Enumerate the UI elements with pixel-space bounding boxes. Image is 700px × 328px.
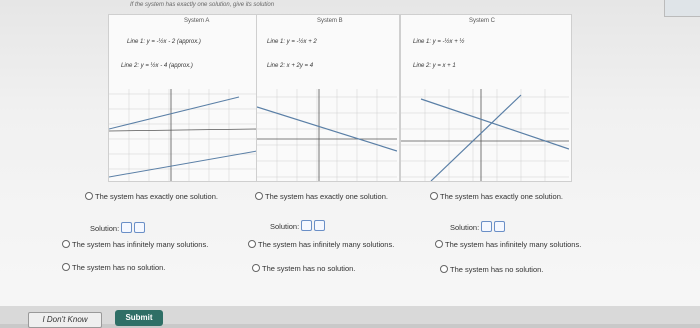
system-c-option-one[interactable]: The system has exactly one solution. [430,192,580,201]
solution-input-icon[interactable] [301,220,313,231]
radio-icon[interactable] [248,240,256,248]
system-c-solution: Solution: [450,221,506,232]
bottom-bar [0,306,700,324]
radio-icon[interactable] [255,192,263,200]
solution-input-icon[interactable] [121,222,133,233]
system-b-line1: Line 1: y = -½x + 2 [267,39,317,45]
question-page: If the system has exactly one solution, … [0,0,700,324]
system-b-option-one[interactable]: The system has exactly one solution. [255,192,395,201]
system-a-line2: Line 2: y = ½x - 4 (approx.) [121,63,193,69]
system-c-option-none[interactable]: The system has no solution. [440,265,600,274]
radio-icon[interactable] [62,263,70,271]
radio-icon[interactable] [430,192,438,200]
system-a-line1: Line 1: y = -½x - 2 (approx.) [127,39,201,45]
system-a-solution: Solution: [90,222,146,233]
radio-icon[interactable] [435,240,443,248]
solution-input-icon[interactable] [314,220,326,231]
system-c-line2: Line 2: y = x + 1 [413,63,456,69]
radio-icon[interactable] [85,192,93,200]
system-c-panel: System C Line 1: y = -½x + ½ Line 2: y =… [400,14,572,182]
system-a-option-infinite[interactable]: The system has infinitely many solutions… [62,240,222,249]
system-b-title: System B [317,18,343,24]
system-a-option-one[interactable]: The system has exactly one solution. [85,192,235,201]
radio-icon[interactable] [252,264,260,272]
system-b-panel: System B Line 1: y = -½x + 2 Line 2: x +… [256,14,400,182]
system-a-title: System A [184,18,210,24]
system-b-solution: Solution: [270,220,326,231]
system-a-graph [109,89,257,181]
system-b-graph [257,89,397,181]
system-c-graph [401,89,569,181]
system-c-option-infinite[interactable]: The system has infinitely many solutions… [435,240,595,249]
system-b-option-infinite[interactable]: The system has infinitely many solutions… [248,240,408,249]
solution-input-icon[interactable] [134,222,146,233]
system-a-panel: System A Line 1: y = -½x - 2 (approx.) L… [108,14,260,182]
solution-input-icon[interactable] [494,221,506,232]
radio-icon[interactable] [62,240,70,248]
solution-input-icon[interactable] [481,221,493,232]
dont-know-button[interactable]: I Don't Know [28,312,102,328]
instruction-text: If the system has exactly one solution, … [130,2,275,8]
system-b-option-none[interactable]: The system has no solution. [252,264,412,273]
system-a-option-none[interactable]: The system has no solution. [62,263,222,272]
radio-icon[interactable] [440,265,448,273]
system-c-title: System C [469,18,496,24]
system-b-line2: Line 2: x + 2y = 4 [267,63,314,69]
system-c-line1: Line 1: y = -½x + ½ [413,39,465,45]
corner-tab[interactable] [664,0,700,17]
